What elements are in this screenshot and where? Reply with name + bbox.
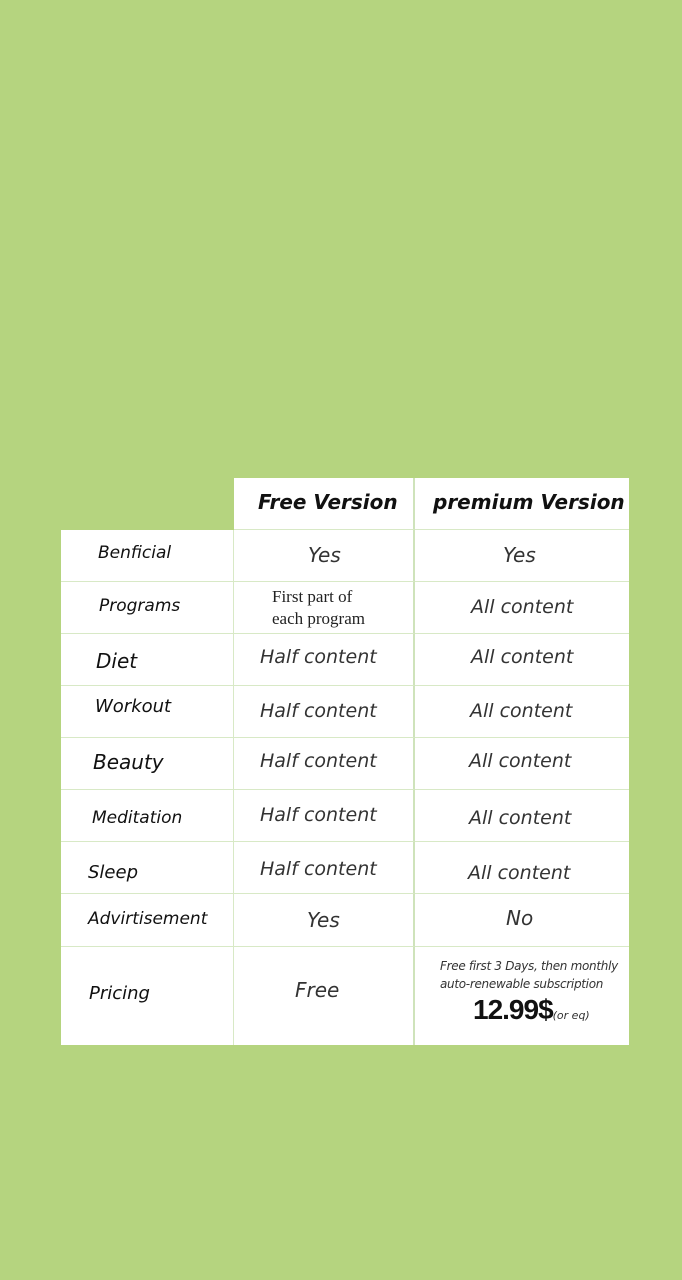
premium-value-cell: All content — [415, 582, 629, 634]
row-label-cell: Workout — [61, 686, 234, 738]
free-value: Half content — [260, 700, 377, 722]
row-label: Pricing — [89, 983, 150, 1004]
premium-pricing-cell: Free first 3 Days, then monthly auto-ren… — [415, 947, 629, 1045]
row-label: Advirtisement — [88, 909, 208, 929]
free-value-cell: Half content — [234, 634, 415, 686]
price-amount: 12.99$ — [473, 994, 554, 1025]
pricing-note-line2: auto-renewable subscription — [440, 977, 604, 991]
free-value-cell: Half content — [234, 790, 415, 842]
price: 12.99$(or eq) — [473, 994, 590, 1026]
free-value: Half content — [260, 804, 377, 826]
free-value: Half content — [260, 646, 377, 668]
free-value-cell: Yes — [234, 894, 415, 947]
free-value: Yes — [307, 908, 340, 932]
free-value: Half content — [260, 858, 377, 880]
free-value-line1: First part of — [272, 587, 353, 606]
free-value: Half content — [260, 750, 377, 772]
header-free-cell: Free Version — [234, 478, 415, 530]
free-value-cell: Yes — [234, 530, 415, 582]
row-label-cell: Advirtisement — [61, 894, 234, 947]
row-label: Benficial — [98, 543, 172, 563]
premium-value: All content — [470, 700, 573, 722]
free-value-cell: Half content — [234, 686, 415, 738]
header-premium-label: premium Version — [433, 490, 625, 514]
premium-value-cell: All content — [415, 790, 629, 842]
free-value-cell: Half content — [234, 738, 415, 790]
premium-value-cell: All content — [415, 738, 629, 790]
premium-value-cell: All content — [415, 686, 629, 738]
row-label-cell: Diet — [61, 634, 234, 686]
premium-value: All content — [469, 750, 572, 772]
pricing-note-line1: Free first 3 Days, then monthly — [440, 959, 618, 973]
free-value-line2: each program — [272, 609, 365, 628]
page: { "table": { "header": { "col_free": "Fr… — [0, 0, 682, 1280]
free-value-cell: Free — [234, 947, 415, 1045]
free-value: Yes — [308, 543, 341, 567]
premium-value-cell: No — [415, 894, 629, 947]
free-value: Free — [295, 978, 340, 1002]
row-label-cell: Programs — [61, 582, 234, 634]
premium-value: Yes — [503, 543, 536, 567]
premium-value-cell: All content — [415, 634, 629, 686]
row-label: Meditation — [92, 808, 183, 828]
premium-value-cell: Yes — [415, 530, 629, 582]
free-value-cell: First part of each program — [234, 582, 415, 634]
premium-value: All content — [469, 807, 572, 829]
premium-value: All content — [471, 646, 574, 668]
premium-value: All content — [468, 862, 571, 884]
row-label: Beauty — [93, 750, 164, 774]
premium-value: No — [506, 906, 534, 930]
price-suffix: (or eq) — [552, 1009, 590, 1022]
row-label-cell: Sleep — [61, 842, 234, 894]
row-label-cell: Benficial — [61, 530, 234, 582]
header-free-label: Free Version — [258, 490, 398, 514]
row-label: Programs — [99, 596, 181, 616]
free-value-cell: Half content — [234, 842, 415, 894]
row-label: Diet — [96, 649, 138, 673]
row-label-cell: Meditation — [61, 790, 234, 842]
comparison-table: Free Version premium Version Benficial Y… — [61, 478, 629, 1045]
premium-value-cell: All content — [415, 842, 629, 894]
premium-value: All content — [471, 596, 574, 618]
row-label: Sleep — [88, 862, 139, 883]
row-label-cell: Pricing — [61, 947, 234, 1045]
header-premium-cell: premium Version — [415, 478, 629, 530]
row-label: Workout — [95, 696, 172, 717]
row-label-cell: Beauty — [61, 738, 234, 790]
